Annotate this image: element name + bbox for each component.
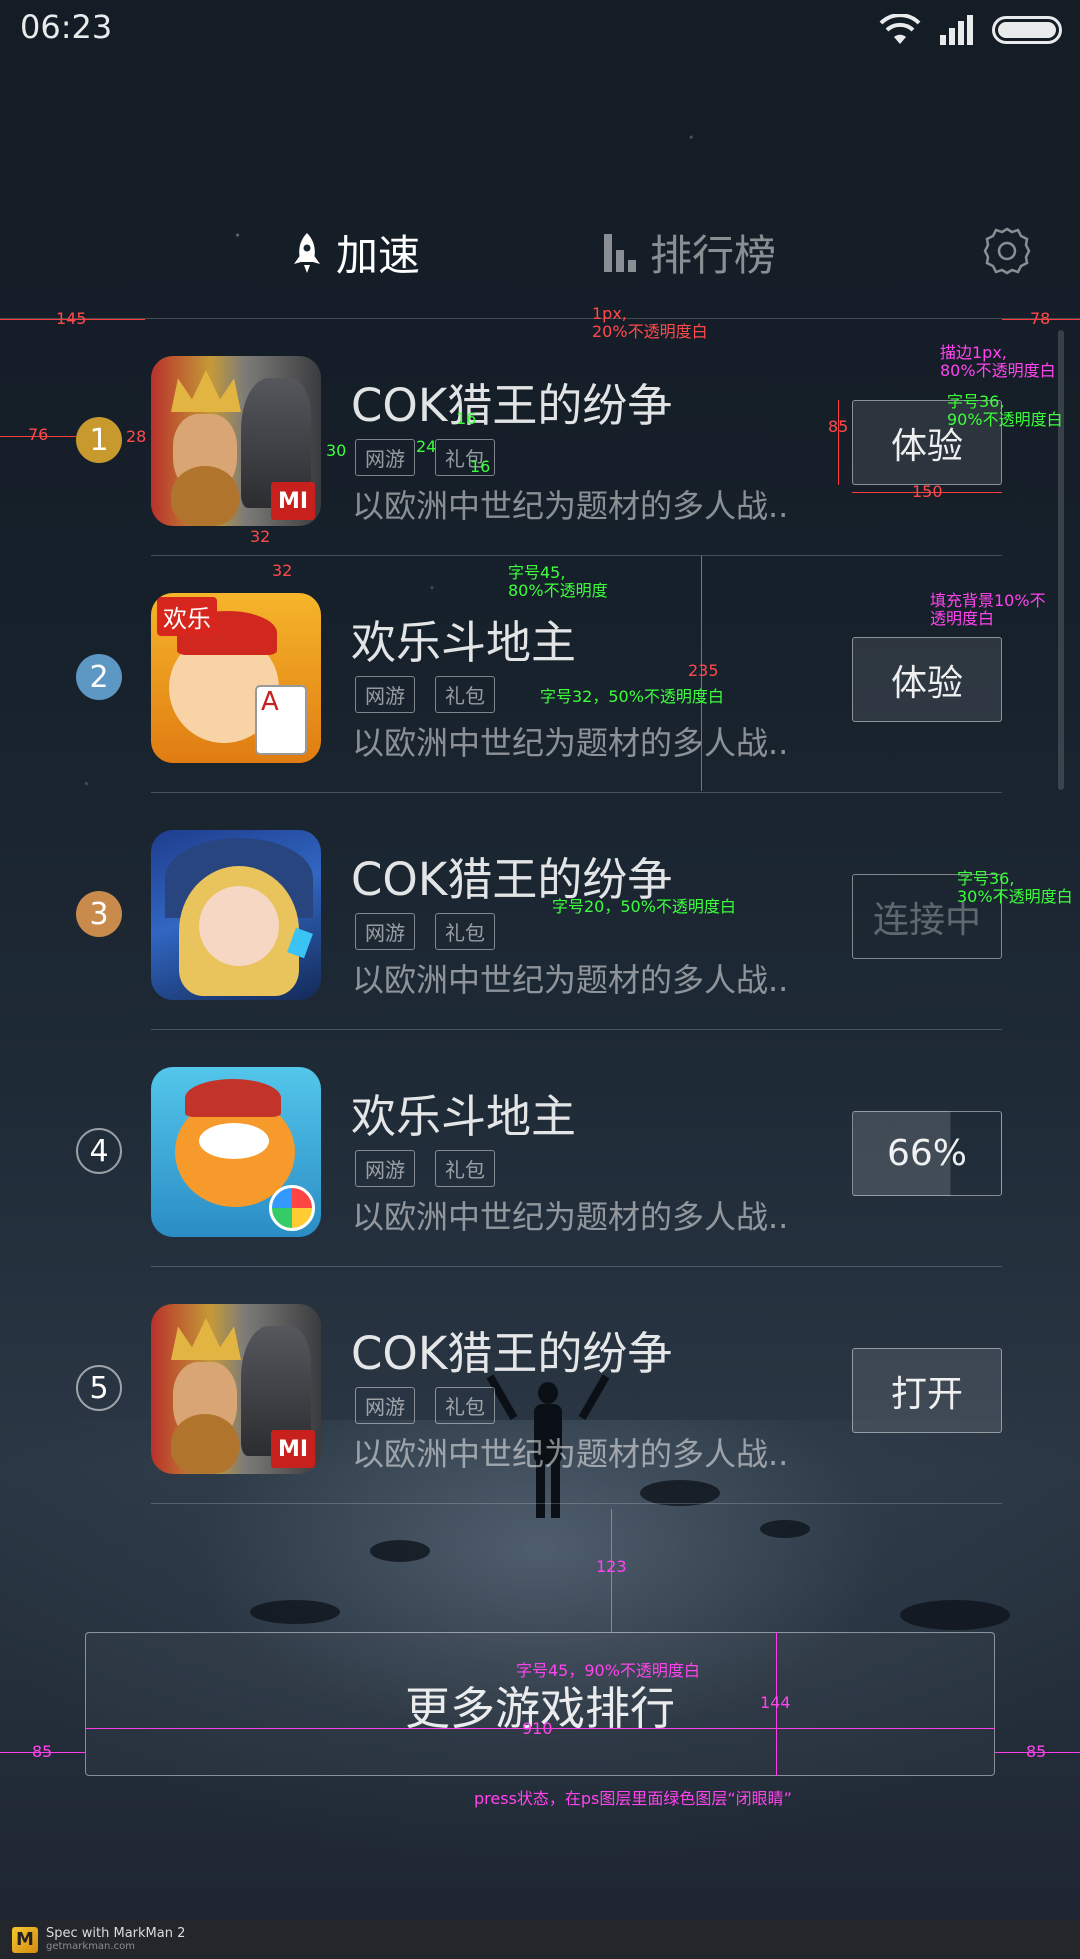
game-description: 以欧洲中世纪为题材的多人战.. <box>352 961 789 999</box>
game-row[interactable]: 1 MI COK猎王的纷争 网游 礼包 以欧洲中世纪为题材的多人战.. 体验 <box>0 319 1080 556</box>
cat-game-icon[interactable] <box>151 1067 321 1237</box>
measure-label: 32 <box>272 561 293 580</box>
measure-label: 16 <box>456 409 477 428</box>
tab-ranking-label: 排行榜 <box>650 231 777 280</box>
tab-accelerate-label: 加速 <box>336 231 421 280</box>
measure-label: 32 <box>250 527 271 546</box>
more-games-ranking-button[interactable]: 更多游戏排行 <box>85 1632 995 1776</box>
background-rock <box>370 1540 430 1562</box>
markman-footer: M Spec with MarkMan 2 getmarkman.com <box>0 1920 1080 1959</box>
measure-label: 76 <box>28 425 49 444</box>
measure-label: 28 <box>126 427 147 446</box>
measure-label: 30 <box>326 441 347 460</box>
measure-label: 字号45, 80%不透明度 <box>508 563 608 600</box>
game-description: 以欧洲中世纪为题材的多人战.. <box>352 1198 789 1236</box>
measure-label: 字号36, 30%不透明度白 <box>957 869 1073 906</box>
status-time: 06:23 <box>20 8 113 46</box>
tag-gift: 礼包 <box>435 1150 495 1187</box>
measure-label: 78 <box>1030 309 1051 328</box>
measure-line <box>838 400 839 485</box>
game-title: COK猎王的纷争 <box>351 379 673 432</box>
markman-url: getmarkman.com <box>46 1941 135 1953</box>
cok-game-icon[interactable]: MI <box>151 1304 321 1474</box>
rank-badge: 4 <box>76 1128 122 1174</box>
measure-label: 16 <box>470 457 491 476</box>
measure-label: 85 <box>828 417 849 436</box>
game-description: 以欧洲中世纪为题材的多人战.. <box>352 1435 789 1473</box>
measure-label: press状态，在ps图层里面绿色图层“闭眼睛” <box>474 1789 792 1808</box>
tag-online-game: 网游 <box>355 1150 415 1187</box>
measure-label: 910 <box>522 1719 553 1738</box>
open-button[interactable]: 打开 <box>852 1348 1002 1433</box>
measure-label: 145 <box>56 309 87 328</box>
game-row[interactable]: 5 MI COK猎王的纷争 网游 礼包 以欧洲中世纪为题材的多人战.. 打开 <box>0 1267 1080 1504</box>
game-row[interactable]: 4 欢乐斗地主 网游 礼包 以欧洲中世纪为题材的多人战.. 66% <box>0 1030 1080 1267</box>
measure-label: 85 <box>1026 1742 1047 1761</box>
tag-gift: 礼包 <box>435 913 495 950</box>
measure-label: 85 <box>32 1742 53 1761</box>
bar-chart-icon <box>604 233 636 272</box>
rank-badge: 3 <box>76 891 122 937</box>
game-title: COK猎王的纷争 <box>351 1327 673 1380</box>
tab-ranking[interactable]: 排行榜 <box>604 222 776 283</box>
tag-online-game: 网游 <box>355 676 415 713</box>
measure-label: 150 <box>912 482 943 501</box>
game-title: 欢乐斗地主 <box>351 616 577 669</box>
row-divider <box>151 1503 1002 1504</box>
cok-game-icon[interactable]: MI <box>151 356 321 526</box>
rank-badge: 5 <box>76 1365 122 1411</box>
measure-label: 字号32，50%不透明度白 <box>540 687 724 706</box>
game-description: 以欧洲中世纪为题材的多人战.. <box>352 487 789 525</box>
download-progress-button[interactable]: 66% <box>852 1111 1002 1196</box>
game-row[interactable]: 3 COK猎王的纷争 网游 礼包 以欧洲中世纪为题材的多人战.. 连接中 <box>0 793 1080 1030</box>
measure-label: 144 <box>760 1693 791 1712</box>
signal-icon <box>940 15 973 45</box>
rank-badge: 2 <box>76 654 122 700</box>
rank-badge: 1 <box>76 417 122 463</box>
hero-game-icon[interactable] <box>151 830 321 1000</box>
tag-online-game: 网游 <box>355 913 415 950</box>
tag-gift: 礼包 <box>435 1387 495 1424</box>
wifi-icon <box>879 14 921 44</box>
gear-icon[interactable] <box>982 226 1032 276</box>
background-rock <box>250 1600 340 1624</box>
measure-label: 123 <box>596 1557 627 1576</box>
measure-label: 字号36, 90%不透明度白 <box>947 392 1063 429</box>
measure-label: 字号20，50%不透明度白 <box>552 897 736 916</box>
doudizhu-game-icon[interactable]: A 欢乐 <box>151 593 321 763</box>
markman-logo: M <box>12 1926 38 1953</box>
tag-online-game: 网游 <box>355 1387 415 1424</box>
markman-brand: Spec with MarkMan 2 <box>46 1925 186 1941</box>
battery-icon <box>992 16 1062 44</box>
measure-label: 24 <box>416 437 437 456</box>
background-rock <box>900 1600 1010 1630</box>
measure-label: 235 <box>688 661 719 680</box>
measure-label: 1px, 20%不透明度白 <box>592 304 708 341</box>
tag-online-game: 网游 <box>355 439 415 476</box>
try-button[interactable]: 体验 <box>852 637 1002 722</box>
tab-bar: 加速 排行榜 <box>0 210 1080 290</box>
status-bar: 06:23 <box>0 0 1080 60</box>
measure-label: 字号45，90%不透明度白 <box>516 1661 700 1680</box>
background-rock <box>760 1520 810 1538</box>
rocket-icon <box>294 232 320 273</box>
measure-label: 描边1px, 80%不透明度白 <box>940 343 1056 380</box>
game-description: 以欧洲中世纪为题材的多人战.. <box>352 724 789 762</box>
measure-label: 填充背景10%不 透明度白 <box>930 591 1046 628</box>
tab-accelerate[interactable]: 加速 <box>292 222 420 283</box>
game-title: 欢乐斗地主 <box>351 1090 577 1143</box>
tag-gift: 礼包 <box>435 676 495 713</box>
